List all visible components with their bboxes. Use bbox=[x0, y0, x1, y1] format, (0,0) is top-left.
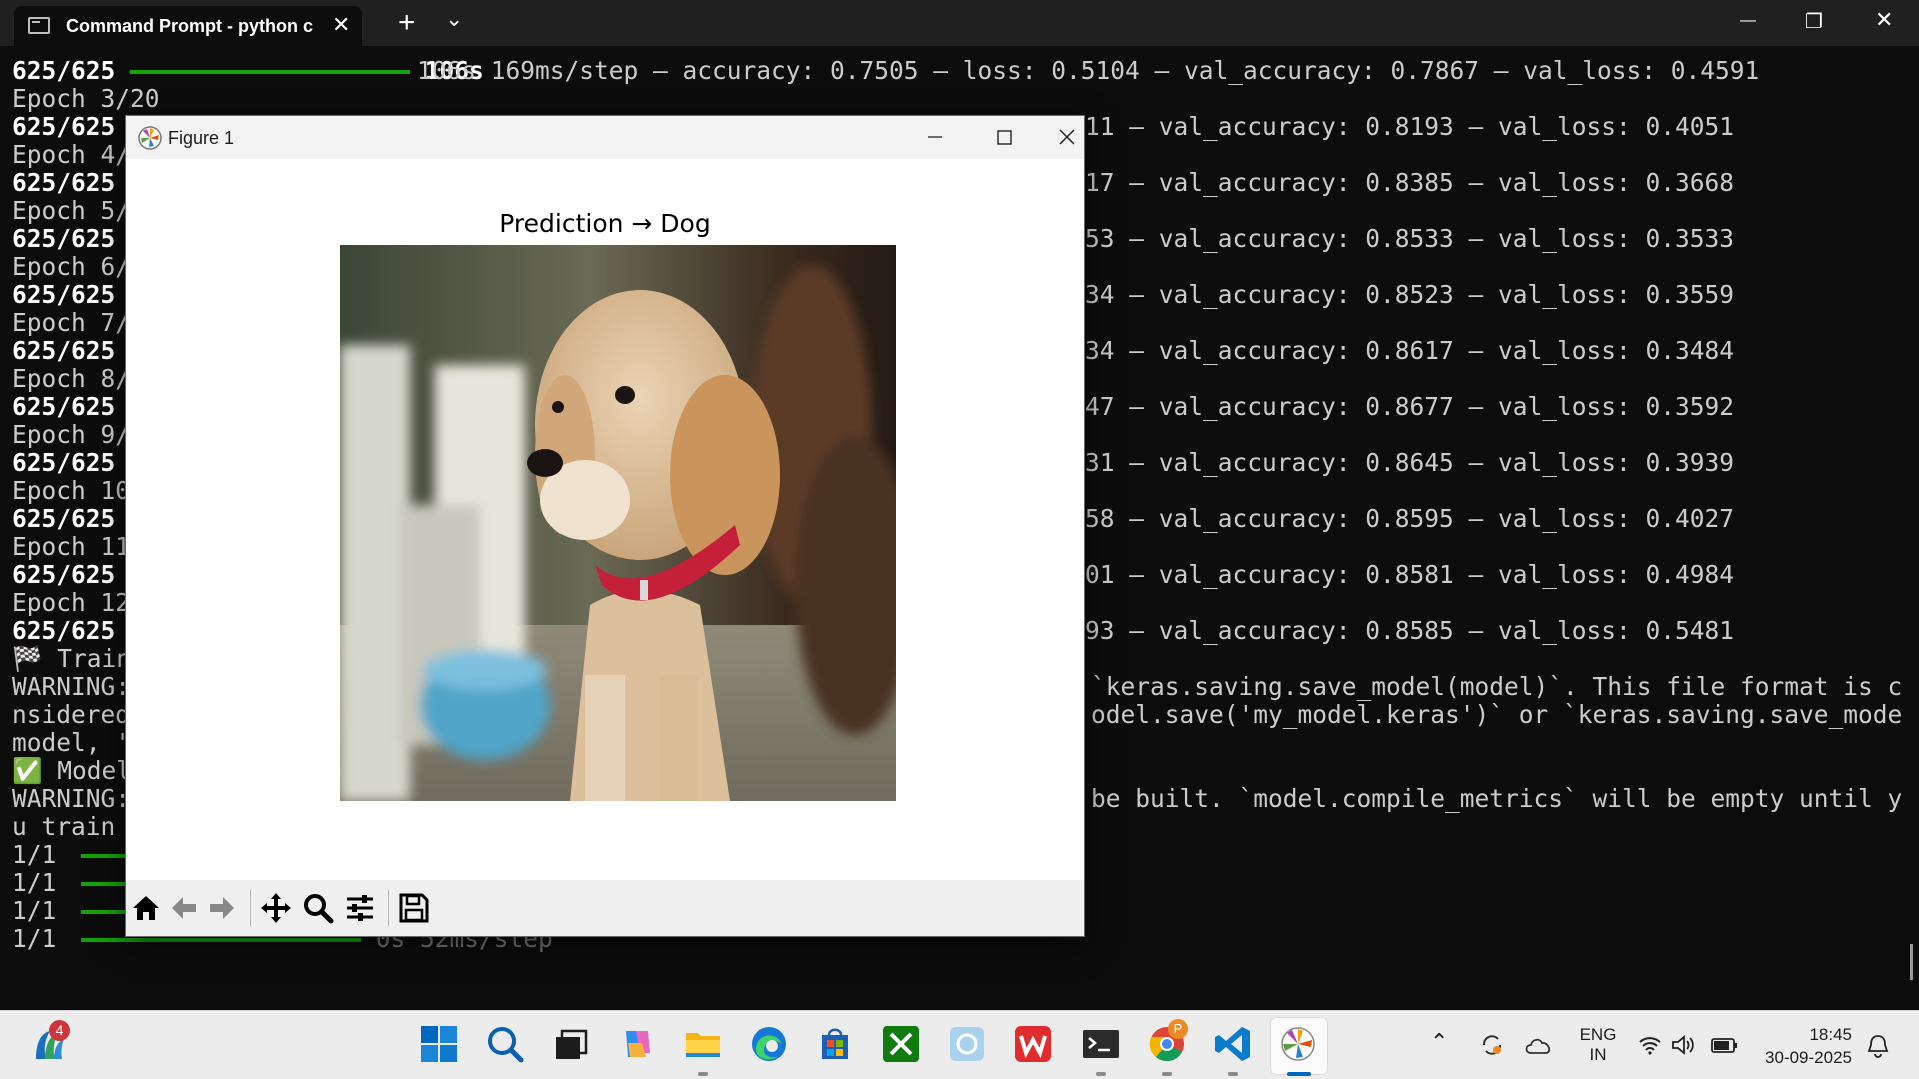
notifications-icon[interactable] bbox=[1866, 1033, 1890, 1059]
app-placeholder-icon[interactable] bbox=[946, 1023, 988, 1065]
line-text: be built. `model.compile_metrics` will b… bbox=[1091, 784, 1902, 813]
line-text: 34 – val_accuracy: 0.8617 – val_loss: 0.… bbox=[1085, 336, 1735, 365]
tab-close-button[interactable]: ✕ bbox=[332, 12, 350, 38]
line-text: 17 – val_accuracy: 0.8385 – val_loss: 0.… bbox=[1085, 168, 1735, 197]
matplotlib-figure-icon[interactable] bbox=[1277, 1023, 1319, 1065]
battery-icon[interactable] bbox=[1710, 1033, 1738, 1057]
copilot-icon[interactable] bbox=[616, 1023, 658, 1065]
new-tab-button[interactable]: + bbox=[398, 6, 416, 40]
zoom-icon[interactable] bbox=[302, 892, 334, 924]
search-icon[interactable] bbox=[484, 1023, 526, 1065]
matplotlib-logo-icon bbox=[138, 126, 162, 150]
show-hidden-icons-button[interactable]: ⌃ bbox=[1430, 1029, 1448, 1055]
vscode-running-indicator bbox=[1228, 1072, 1238, 1076]
home-icon[interactable] bbox=[130, 892, 162, 924]
tab-command-prompt[interactable]: Command Prompt - python c ✕ bbox=[14, 6, 362, 46]
forward-arrow-icon[interactable] bbox=[206, 892, 238, 924]
line-text: 93 – val_accuracy: 0.8585 – val_loss: 0.… bbox=[1085, 616, 1735, 645]
figure-close-button[interactable] bbox=[1052, 120, 1082, 154]
save-icon[interactable] bbox=[398, 892, 430, 924]
store-icon[interactable] bbox=[814, 1023, 856, 1065]
terminal-running-indicator bbox=[1096, 1072, 1106, 1076]
wps-office-icon[interactable] bbox=[1012, 1023, 1054, 1065]
chrome-running-indicator bbox=[1162, 1072, 1172, 1076]
line-text: 58 – val_accuracy: 0.8595 – val_loss: 0.… bbox=[1085, 504, 1735, 533]
task-view-icon[interactable] bbox=[550, 1023, 592, 1065]
language-indicator[interactable]: ENG IN bbox=[1578, 1025, 1618, 1065]
toolbar-separator bbox=[388, 890, 389, 926]
line-text: 34 – val_accuracy: 0.8523 – val_loss: 0.… bbox=[1085, 280, 1735, 309]
figure-window[interactable]: Figure 1 Prediction → Dog bbox=[125, 115, 1085, 937]
xbox-icon[interactable] bbox=[880, 1023, 922, 1065]
figure-maximize-button[interactable] bbox=[981, 120, 1027, 154]
configure-subplots-icon[interactable] bbox=[344, 892, 376, 924]
line-text: 31 – val_accuracy: 0.8645 – val_loss: 0.… bbox=[1085, 448, 1735, 477]
terminal-scrollbar[interactable] bbox=[1910, 944, 1913, 980]
plot-title: Prediction → Dog bbox=[499, 209, 711, 238]
dog-image bbox=[340, 245, 896, 801]
vscode-icon[interactable] bbox=[1212, 1023, 1254, 1065]
figure-minimize-button[interactable] bbox=[911, 120, 957, 154]
chrome-profile-badge: P bbox=[1168, 1019, 1188, 1039]
start-icon[interactable] bbox=[418, 1023, 460, 1065]
line-text: 11 – val_accuracy: 0.8193 – val_loss: 0.… bbox=[1085, 112, 1735, 141]
line-text: 106s 169ms/step – accuracy: 0.7505 – los… bbox=[417, 57, 1760, 85]
minimize-button[interactable]: — bbox=[1740, 12, 1756, 30]
line-text: 53 – val_accuracy: 0.8533 – val_loss: 0.… bbox=[1085, 224, 1735, 253]
tab-dropdown-button[interactable]: ⌄ bbox=[445, 6, 463, 32]
close-button[interactable]: ✕ bbox=[1875, 7, 1893, 33]
line-text: 47 – val_accuracy: 0.8677 – val_loss: 0.… bbox=[1085, 392, 1735, 421]
terminal-line: Epoch 3/20 bbox=[12, 84, 160, 113]
maximize-button[interactable]: ❐ bbox=[1805, 9, 1823, 34]
file-explorer-running-indicator bbox=[698, 1072, 708, 1076]
matplotlib-active-indicator bbox=[1287, 1072, 1311, 1076]
back-arrow-icon[interactable] bbox=[168, 892, 200, 924]
figure-title-bar: Figure 1 bbox=[126, 116, 1084, 159]
taskbar: 4 P ⌃ ENG IN 18:45 30-09-2025 bbox=[0, 1010, 1919, 1079]
pan-icon[interactable] bbox=[260, 892, 292, 924]
volume-icon[interactable] bbox=[1670, 1033, 1696, 1057]
sync-icon[interactable] bbox=[1478, 1031, 1506, 1059]
edge-icon[interactable] bbox=[748, 1023, 790, 1065]
figure-toolbar bbox=[126, 880, 1084, 936]
figure-title: Figure 1 bbox=[168, 128, 235, 148]
widgets-badge: 4 bbox=[49, 1020, 70, 1041]
terminal-line: 625/625 106s 106s 169ms/step – accuracy:… bbox=[12, 57, 1760, 85]
line-text: 01 – val_accuracy: 0.8581 – val_loss: 0.… bbox=[1085, 560, 1735, 589]
wifi-icon[interactable] bbox=[1638, 1033, 1662, 1057]
file-explorer-icon[interactable] bbox=[682, 1023, 724, 1065]
line-text: odel.save('my_model.keras')` or `keras.s… bbox=[1091, 700, 1902, 729]
toolbar-separator bbox=[250, 890, 251, 926]
onedrive-icon[interactable] bbox=[1524, 1033, 1554, 1057]
line-text: `keras.saving.save_model(model)`. This f… bbox=[1091, 672, 1902, 701]
terminal-title-bar: Command Prompt - python c ✕ + ⌄ — ❐ ✕ bbox=[0, 0, 1919, 46]
terminal-icon[interactable] bbox=[1080, 1023, 1122, 1065]
command-prompt-icon bbox=[28, 17, 50, 34]
clock[interactable]: 18:45 30-09-2025 bbox=[1756, 1023, 1852, 1069]
tab-title: Command Prompt - python c bbox=[66, 16, 313, 36]
